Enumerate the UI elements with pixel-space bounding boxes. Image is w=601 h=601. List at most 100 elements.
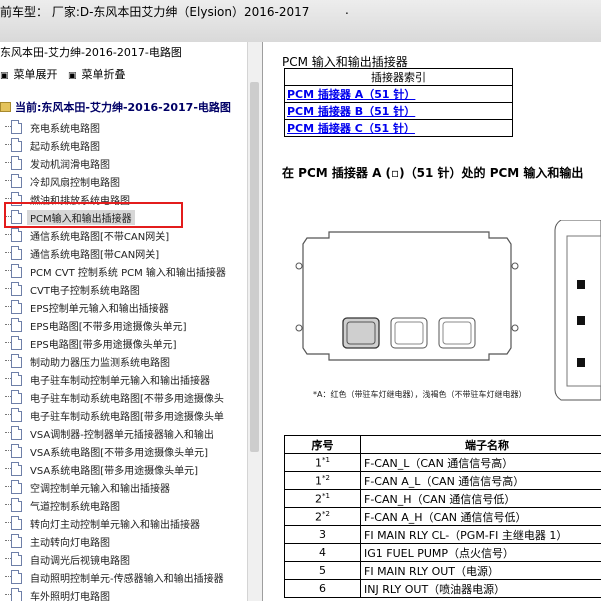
terminal-name-cell: F-CAN A_H（CAN 通信信号低） xyxy=(360,507,601,526)
connector-c-link[interactable]: PCM 插接器 C（51 针） xyxy=(287,122,415,135)
tree-item-label: 自动调光后视镜电路图 xyxy=(30,556,130,567)
tree-item-label: 起动系统电路图 xyxy=(30,142,100,153)
section-heading: 在 PCM 插接器 A (▫)（51 针）处的 PCM 输入和输出 xyxy=(282,166,584,180)
selection-highlight-box xyxy=(4,202,183,228)
tree-item[interactable]: 发动机润滑电路图 xyxy=(0,154,250,172)
document-icon xyxy=(11,336,22,350)
tree-item[interactable]: EPS控制单元输入和输出插接器 xyxy=(0,298,250,316)
tree-item[interactable]: VSA系统电路图[带多用途摄像头单元] xyxy=(0,460,250,478)
tree-item[interactable]: 起动系统电路图 xyxy=(0,136,250,154)
document-icon xyxy=(11,282,22,296)
table-row: 1*1 F-CAN_L（CAN 通信信号高） xyxy=(284,453,601,472)
expand-icon: ▣ xyxy=(0,71,9,81)
connector-b-link[interactable]: PCM 插接器 B（51 针） xyxy=(287,105,415,118)
tree-item[interactable]: 自动照明控制单元-传感器输入和输出插接器 xyxy=(0,568,250,586)
expand-menu-label: 菜单展开 xyxy=(13,68,58,81)
tree-item-label: 气道控制系统电路图 xyxy=(30,502,120,513)
tree-item[interactable]: 通信系统电路图[不带CAN网关] xyxy=(0,226,250,244)
document-icon xyxy=(11,390,22,404)
pin-number: 2 xyxy=(315,510,323,524)
tree-item-label: PCM CVT 控制系统 PCM 输入和输出插接器 xyxy=(30,268,226,279)
pin-number-cell: 4 xyxy=(284,543,361,562)
collapse-menu-button[interactable]: ▣ 菜单折叠 xyxy=(68,66,126,82)
tree-item[interactable]: 电子驻车制动系统电路图[带多用途摄像头单 xyxy=(0,406,250,424)
tree-root[interactable]: 当前:东风本田-艾力绅-2016-2017-电路图 xyxy=(0,99,231,115)
mount-hole-right-bottom xyxy=(511,324,519,332)
tree-item[interactable]: 通信系统电路图[带CAN网关] xyxy=(0,244,250,262)
tree-item-label: 转向灯主动控制单元输入和输出插接器 xyxy=(30,520,200,531)
pin-footnote: *1 xyxy=(322,455,330,464)
tree-item[interactable]: PCM CVT 控制系统 PCM 输入和输出插接器 xyxy=(0,262,250,280)
document-icon xyxy=(11,426,22,440)
tree-item[interactable]: 冷却风扇控制电路图 xyxy=(0,172,250,190)
nav-vertical-scrollbar[interactable] xyxy=(247,42,262,601)
tree-item-label: 发动机润滑电路图 xyxy=(30,160,110,171)
tree-item[interactable]: VSA系统电路图[不带多用途摄像头单元] xyxy=(0,442,250,460)
terminal-name-cell: FI MAIN RLY OUT（电源） xyxy=(360,561,601,580)
tree-item[interactable]: CVT电子控制系统电路图 xyxy=(0,280,250,298)
tree-item[interactable]: EPS电路图[带多用途摄像头单元] xyxy=(0,334,250,352)
tree-item-label: 制动助力器压力监测系统电路图 xyxy=(30,358,170,369)
mount-hole-left-top xyxy=(295,262,303,270)
side-latch-3 xyxy=(577,358,585,367)
navigation-pane: 东风本田-艾力绅-2016-2017-电路图 ▣ 菜单展开 ▣ 菜单折叠 当前:东风… xyxy=(0,42,263,601)
expand-menu-button[interactable]: ▣ 菜单展开 xyxy=(0,66,58,82)
tree-root-label: 当前:东风本田-艾力绅-2016-2017-电路图 xyxy=(15,101,231,114)
tree-item-label: 冷却风扇控制电路图 xyxy=(30,178,120,189)
document-icon xyxy=(11,246,22,260)
pin-number-cell: 2*2 xyxy=(284,507,361,526)
tree-item[interactable]: 车外照明灯电路图 xyxy=(0,586,250,601)
tree-item[interactable]: 空调控制单元输入和输出插接器 xyxy=(0,478,250,496)
tree-item[interactable]: 制动助力器压力监测系统电路图 xyxy=(0,352,250,370)
document-icon xyxy=(11,534,22,548)
connector-diagram xyxy=(295,220,601,401)
pin-number-cell: 1*2 xyxy=(284,471,361,490)
tree-item-label: 自动照明控制单元-传感器输入和输出插接器 xyxy=(30,574,224,585)
pin-number-cell: 1*1 xyxy=(284,453,361,472)
col-header-number: 序号 xyxy=(284,435,361,454)
document-icon xyxy=(11,552,22,566)
tree-item[interactable]: 转向灯主动控制单元输入和输出插接器 xyxy=(0,514,250,532)
connector-a-link[interactable]: PCM 插接器 A（51 针） xyxy=(287,88,415,101)
tree-item[interactable]: EPS电路图[不带多用途摄像头单元] xyxy=(0,316,250,334)
document-icon xyxy=(11,408,22,422)
tree-item-label: EPS电路图[带多用途摄像头单元] xyxy=(30,340,177,351)
tree-item-label: VSA调制器-控制器单元插接器输入和输出 xyxy=(30,430,214,441)
tree-item-label: VSA系统电路图[不带多用途摄像头单元] xyxy=(30,448,209,459)
table-row: 4 IG1 FUEL PUMP（点火信号） xyxy=(284,543,601,562)
pin-number-cell: 2*1 xyxy=(284,489,361,508)
document-icon xyxy=(11,516,22,530)
mount-hole-left-bottom xyxy=(295,324,303,332)
document-icon xyxy=(11,570,22,584)
table-row: 2*1 F-CAN_H（CAN 通信信号低） xyxy=(284,489,601,508)
document-icon xyxy=(11,300,22,314)
tree-item[interactable]: VSA调制器-控制器单元插接器输入和输出 xyxy=(0,424,250,442)
trailing-mark: . xyxy=(345,3,349,17)
tree-item[interactable]: 充电系统电路图 xyxy=(0,118,250,136)
content-pane: PCM 输入和输出插接器 插接器索引 PCM 插接器 A（51 针） PCM 插… xyxy=(263,42,601,601)
pin-number: 1 xyxy=(315,456,323,470)
pin-number: 4 xyxy=(319,546,326,559)
tree-item[interactable]: 自动调光后视镜电路图 xyxy=(0,550,250,568)
top-bar: 前车型： 厂家:D-东风本田艾力绅（Elysion）2016-2017 . xyxy=(0,0,601,43)
tree-item[interactable]: 气道控制系统电路图 xyxy=(0,496,250,514)
table-row: 1*2 F-CAN A_L（CAN 通信信号高） xyxy=(284,471,601,490)
document-icon xyxy=(11,138,22,152)
tree-item-label: VSA系统电路图[带多用途摄像头单元] xyxy=(30,466,199,477)
terminal-name-cell: F-CAN_L（CAN 通信信号高） xyxy=(360,453,601,472)
tree-item-label: 通信系统电路图[带CAN网关] xyxy=(30,250,160,261)
pin-number: 1 xyxy=(315,474,323,488)
socket-b-inner xyxy=(394,321,424,345)
tree-item[interactable]: 电子驻车制动控制单元输入和输出插接器 xyxy=(0,370,250,388)
tree-item-label: 空调控制单元输入和输出插接器 xyxy=(30,484,170,495)
tree-item[interactable]: 电子驻车制动系统电路图[不带多用途摄像头 xyxy=(0,388,250,406)
folder-icon xyxy=(0,102,11,112)
document-icon xyxy=(11,498,22,512)
document-icon xyxy=(11,354,22,368)
scrollbar-thumb[interactable] xyxy=(250,82,259,452)
pin-number-cell: 5 xyxy=(284,561,361,580)
tree-item[interactable]: 主动转向灯电路图 xyxy=(0,532,250,550)
tree-item-label: EPS控制单元输入和输出插接器 xyxy=(30,304,169,315)
document-icon xyxy=(11,174,22,188)
tree-item-label: 电子驻车制动系统电路图[带多用途摄像头单 xyxy=(30,412,224,423)
